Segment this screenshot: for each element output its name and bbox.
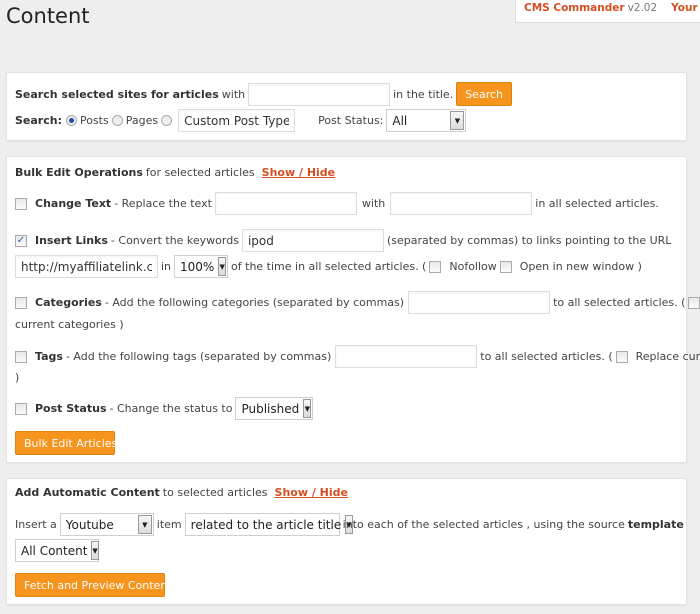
title-search-input[interactable] [248,82,391,106]
url-input[interactable] [15,255,158,278]
percent-select[interactable]: 100% ▼ [174,255,229,278]
change-text-desc: - Replace the text [114,197,212,210]
new-window-checkbox[interactable] [499,260,512,273]
bulk-heading: Bulk Edit Operations [15,166,143,179]
into-label: into each of the selected articles , usi… [342,518,625,531]
search-heading: Search selected sites for articles [15,87,219,101]
post-status-op-label: Post Status [35,402,107,415]
chevron-down-icon: ▼ [450,111,465,130]
search-button[interactable]: Search [456,82,512,106]
plugin-topbar: CMS Commanderv2.02 Your Acc [515,0,700,23]
search-with-label: with [221,87,246,101]
fetch-preview-button[interactable]: Fetch and Preview Content [15,573,172,597]
keywords-input[interactable] [241,229,384,252]
percent-suffix: of the time in all selected articles. ( [231,260,427,273]
relation-select[interactable]: related to the article title ▼ [184,513,353,536]
replace-categories-checkbox[interactable] [688,296,700,309]
custom-post-type-radio[interactable] [161,115,173,126]
chevron-down-icon: ▼ [137,515,152,534]
chevron-down-icon: ▼ [303,399,312,418]
post-status-label: Post Status: [318,114,384,127]
categories-input[interactable] [408,291,551,314]
insert-links-desc: - Convert the keywords [110,234,239,247]
posts-radio[interactable] [65,115,77,126]
template-value: All Content [21,543,88,558]
post-status-desc: - Change the status to [109,402,233,415]
bulk-edit-articles-button[interactable]: Bulk Edit Articles [15,431,117,455]
page-title: Content [6,4,90,28]
pages-radio[interactable] [111,115,123,126]
bulk-show-hide-link[interactable]: Show / Hide [262,166,335,179]
post-status-checkbox[interactable] [15,402,27,415]
pages-radio-label: Pages [125,114,159,127]
with-label: with [361,197,386,210]
tags-desc: - Add the following tags (separated by c… [65,350,332,363]
source-value: Youtube [65,517,114,532]
auto-heading: Add Automatic Content [15,486,160,499]
source-select[interactable]: Youtube ▼ [59,513,154,536]
nofollow-checkbox[interactable] [429,260,442,273]
categories-suffix: to all selected articles. ( [553,296,686,309]
nofollow-label: Nofollow [449,260,497,273]
categories-label: Categories [35,296,102,309]
your-account-link[interactable]: Your Acc [671,2,700,14]
replace-tags-label-cont: ) [15,371,20,384]
replace-tags-label: Replace current tags [635,350,700,363]
new-window-label: Open in new window ) [519,260,642,273]
insert-a-label: Insert a [15,518,57,531]
template-select[interactable]: All Content ▼ [15,539,99,562]
search-type-label: Search: [15,114,62,127]
chevron-down-icon: ▼ [91,541,99,560]
bulk-edit-panel: Bulk Edit Operations for selected articl… [6,156,700,463]
relation-value: related to the article title [190,517,342,532]
auto-show-hide-link[interactable]: Show / Hide [275,486,348,499]
tags-checkbox[interactable] [15,350,27,363]
post-status-value: All [392,113,408,128]
bulk-heading-rest: for selected articles [145,166,255,179]
replace-categories-label-cont: current categories ) [15,318,124,331]
keywords-suffix: (separated by commas) to links pointing … [386,234,672,247]
change-status-select[interactable]: Published ▼ [235,397,314,420]
template-label: template [627,518,684,531]
custom-post-type-input[interactable] [178,109,296,132]
change-text-suffix: in all selected articles. [535,197,659,210]
tags-input[interactable] [335,345,478,368]
tags-suffix: to all selected articles. ( [480,350,613,363]
replace-tags-checkbox[interactable] [615,350,628,363]
categories-checkbox[interactable] [15,296,27,309]
post-status-select[interactable]: All ▼ [386,109,467,132]
automatic-content-panel: Add Automatic Content to selected articl… [6,478,687,605]
item-label: item [156,518,182,531]
find-text-input[interactable] [214,192,357,215]
chevron-down-icon: ▼ [218,257,227,276]
change-status-value: Published [241,401,300,416]
in-label: in [161,260,172,273]
change-text-label: Change Text [35,197,112,210]
replace-text-input[interactable] [390,192,533,215]
posts-radio-label: Posts [79,114,109,127]
auto-heading-rest: to selected articles [162,486,268,499]
brand-link[interactable]: CMS Commander [524,2,625,14]
categories-desc: - Add the following categories (separate… [104,296,405,309]
change-text-checkbox[interactable] [15,197,27,210]
percent-value: 100% [180,259,215,274]
in-title-label: in the title. [393,87,454,101]
insert-links-label: Insert Links [35,234,108,247]
search-panel: Search selected sites for articles with … [6,72,687,141]
tags-label: Tags [35,350,63,363]
insert-links-checkbox[interactable]: ✓ [15,234,27,247]
version-label: v2.02 [627,2,658,14]
